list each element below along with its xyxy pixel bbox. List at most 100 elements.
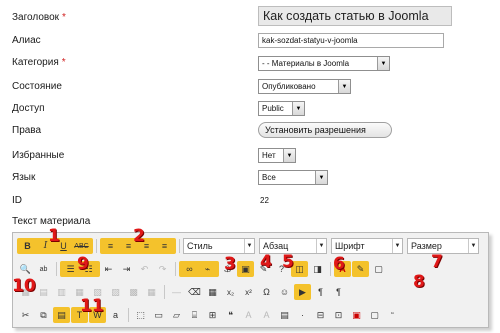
title-label: Заголовок bbox=[12, 11, 60, 23]
div-icon[interactable]: ⬚ bbox=[132, 307, 149, 323]
align-left-icon[interactable]: ≡ bbox=[102, 238, 119, 254]
pagebreak-icon[interactable]: ⊟ bbox=[312, 307, 329, 323]
remove-format-icon[interactable]: ⌫ bbox=[186, 284, 203, 300]
category-label-row: Категория * bbox=[12, 53, 66, 71]
align-right-icon[interactable]: ≡ bbox=[138, 238, 155, 254]
special-char-icon[interactable]: Ω bbox=[258, 284, 275, 300]
block-icon[interactable]: ▭ bbox=[150, 307, 167, 323]
subscript-icon[interactable]: x₂ bbox=[222, 284, 239, 300]
paragraph-dropdown[interactable]: Абзац ▼ bbox=[259, 238, 327, 254]
featured-select[interactable]: Нет ▼ bbox=[258, 148, 296, 163]
access-label: Доступ bbox=[12, 102, 45, 114]
style-dropdown[interactable]: Стиль ▼ bbox=[183, 238, 255, 254]
anchor-icon[interactable]: ⚓ bbox=[219, 261, 236, 277]
paste-word-icon[interactable]: W bbox=[89, 307, 106, 323]
nonbreaking-icon[interactable]: · bbox=[294, 307, 311, 323]
chevron-down-icon: ▼ bbox=[244, 239, 254, 253]
ltr-icon[interactable]: ¶ bbox=[312, 284, 329, 300]
category-label: Категория bbox=[12, 56, 59, 68]
table-props-icon[interactable]: ▦ bbox=[143, 284, 160, 300]
attribs-icon[interactable]: ⊞ bbox=[204, 307, 221, 323]
table-col-icon[interactable]: ▥ bbox=[53, 284, 70, 300]
featured-label: Избранные bbox=[12, 149, 65, 161]
replace-icon[interactable]: ab bbox=[35, 261, 52, 277]
state-label: Состояние bbox=[12, 80, 62, 92]
chevron-down-icon: ▼ bbox=[283, 149, 295, 162]
paste-text-icon[interactable]: T bbox=[71, 307, 88, 323]
abbr-icon[interactable]: A bbox=[240, 307, 257, 323]
code-icon[interactable]: ◨ bbox=[309, 261, 326, 277]
toolbar-row-3: ▦ ▤ ▥ ▦ ▧ ▨ ▩ ▦ — ⌫ ▦ x₂ x² Ω ☺ ▶ ¶ ¶ bbox=[17, 282, 348, 302]
insert-icon[interactable]: ▣ bbox=[348, 307, 365, 323]
find-icon[interactable]: 🔍 bbox=[17, 261, 34, 277]
state-label-row: Состояние bbox=[12, 77, 62, 95]
category-select-value: - - Материалы в Joomla bbox=[262, 59, 350, 68]
cleanup-icon[interactable]: ✎ bbox=[255, 261, 272, 277]
indent-icon[interactable]: ⇥ bbox=[118, 261, 135, 277]
font-dropdown[interactable]: Шрифт ▼ bbox=[331, 238, 403, 254]
align-justify-icon[interactable]: ≡ bbox=[156, 238, 173, 254]
size-dropdown-label: Размер bbox=[411, 241, 442, 251]
image-icon[interactable]: ▣ bbox=[237, 261, 254, 277]
cut-icon[interactable]: ✂ bbox=[17, 307, 34, 323]
paste-icon[interactable]: ▤ bbox=[53, 307, 70, 323]
table-row-icon[interactable]: ▤ bbox=[35, 284, 52, 300]
permissions-label: Права bbox=[12, 124, 42, 136]
link-icon[interactable]: ∞ bbox=[181, 261, 198, 277]
select-all-icon[interactable]: a bbox=[107, 307, 124, 323]
table-icon[interactable]: ▦ bbox=[17, 284, 34, 300]
table-delete-icon[interactable]: ▧ bbox=[89, 284, 106, 300]
media-icon[interactable]: ▶ bbox=[294, 284, 311, 300]
fullscreen-icon[interactable]: ▢ bbox=[370, 261, 387, 277]
italic-button[interactable]: I bbox=[37, 238, 54, 254]
rtl-icon[interactable]: ¶ bbox=[330, 284, 347, 300]
unlink-icon[interactable]: ⌁ bbox=[199, 261, 216, 277]
id-label: ID bbox=[12, 194, 22, 206]
highlight-color-icon[interactable]: ✎ bbox=[352, 261, 369, 277]
text-format-group: B I U ABC bbox=[17, 238, 93, 254]
preview-icon[interactable]: ▢ bbox=[366, 307, 383, 323]
numbered-list-icon[interactable]: ☷ bbox=[80, 261, 97, 277]
text-color-icon[interactable]: A bbox=[334, 261, 351, 277]
acronym-icon[interactable]: A bbox=[258, 307, 275, 323]
table-split-icon[interactable]: ▩ bbox=[125, 284, 142, 300]
toolbar-separator bbox=[164, 285, 165, 299]
horizontal-rule-icon[interactable]: — bbox=[168, 284, 185, 300]
id-label-row: ID bbox=[12, 191, 22, 209]
access-select[interactable]: Public ▼ bbox=[258, 101, 305, 116]
redo-icon[interactable]: ↷ bbox=[154, 261, 171, 277]
size-dropdown[interactable]: Размер ▼ bbox=[407, 238, 479, 254]
toolbar-separator bbox=[330, 262, 331, 276]
readmore-icon[interactable]: ⊡ bbox=[330, 307, 347, 323]
table-merge-icon[interactable]: ▨ bbox=[107, 284, 124, 300]
align-center-icon[interactable]: ≡ bbox=[120, 238, 137, 254]
strikethrough-button[interactable]: ABC bbox=[73, 238, 90, 254]
table-cell-icon[interactable]: ▦ bbox=[71, 284, 88, 300]
html-source-icon[interactable]: ◫ bbox=[291, 261, 308, 277]
quote-icon[interactable]: “ bbox=[384, 307, 401, 323]
help-icon[interactable]: ? bbox=[273, 261, 290, 277]
style-props-icon[interactable]: ⌸ bbox=[186, 307, 203, 323]
toolbar-separator bbox=[128, 308, 129, 322]
required-marker: * bbox=[61, 56, 66, 68]
title-input[interactable]: Как создать статью в Joomla bbox=[258, 6, 452, 26]
state-select[interactable]: Опубликовано ▼ bbox=[258, 79, 351, 94]
set-permissions-button[interactable]: Установить разрешения bbox=[258, 122, 392, 138]
copy-icon[interactable]: ⧉ bbox=[35, 307, 52, 323]
cite-icon[interactable]: ❝ bbox=[222, 307, 239, 323]
alias-input[interactable]: kak-sozdat-statyu-v-joomla bbox=[258, 33, 444, 48]
undo-icon[interactable]: ↶ bbox=[136, 261, 153, 277]
outdent-icon[interactable]: ⇤ bbox=[100, 261, 117, 277]
category-select[interactable]: - - Материалы в Joomla ▼ bbox=[258, 56, 390, 71]
layer-icon[interactable]: ▱ bbox=[168, 307, 185, 323]
visual-aid-icon[interactable]: ▦ bbox=[204, 284, 221, 300]
underline-button[interactable]: U bbox=[55, 238, 72, 254]
bullet-list-icon[interactable]: ☰ bbox=[62, 261, 79, 277]
language-label-row: Язык bbox=[12, 168, 35, 186]
bold-button[interactable]: B bbox=[19, 238, 36, 254]
list-group: ☰ ☷ bbox=[60, 261, 100, 277]
emoticon-icon[interactable]: ☺ bbox=[276, 284, 293, 300]
template-icon[interactable]: ▤ bbox=[276, 307, 293, 323]
language-select[interactable]: Все ▼ bbox=[258, 170, 328, 185]
superscript-icon[interactable]: x² bbox=[240, 284, 257, 300]
